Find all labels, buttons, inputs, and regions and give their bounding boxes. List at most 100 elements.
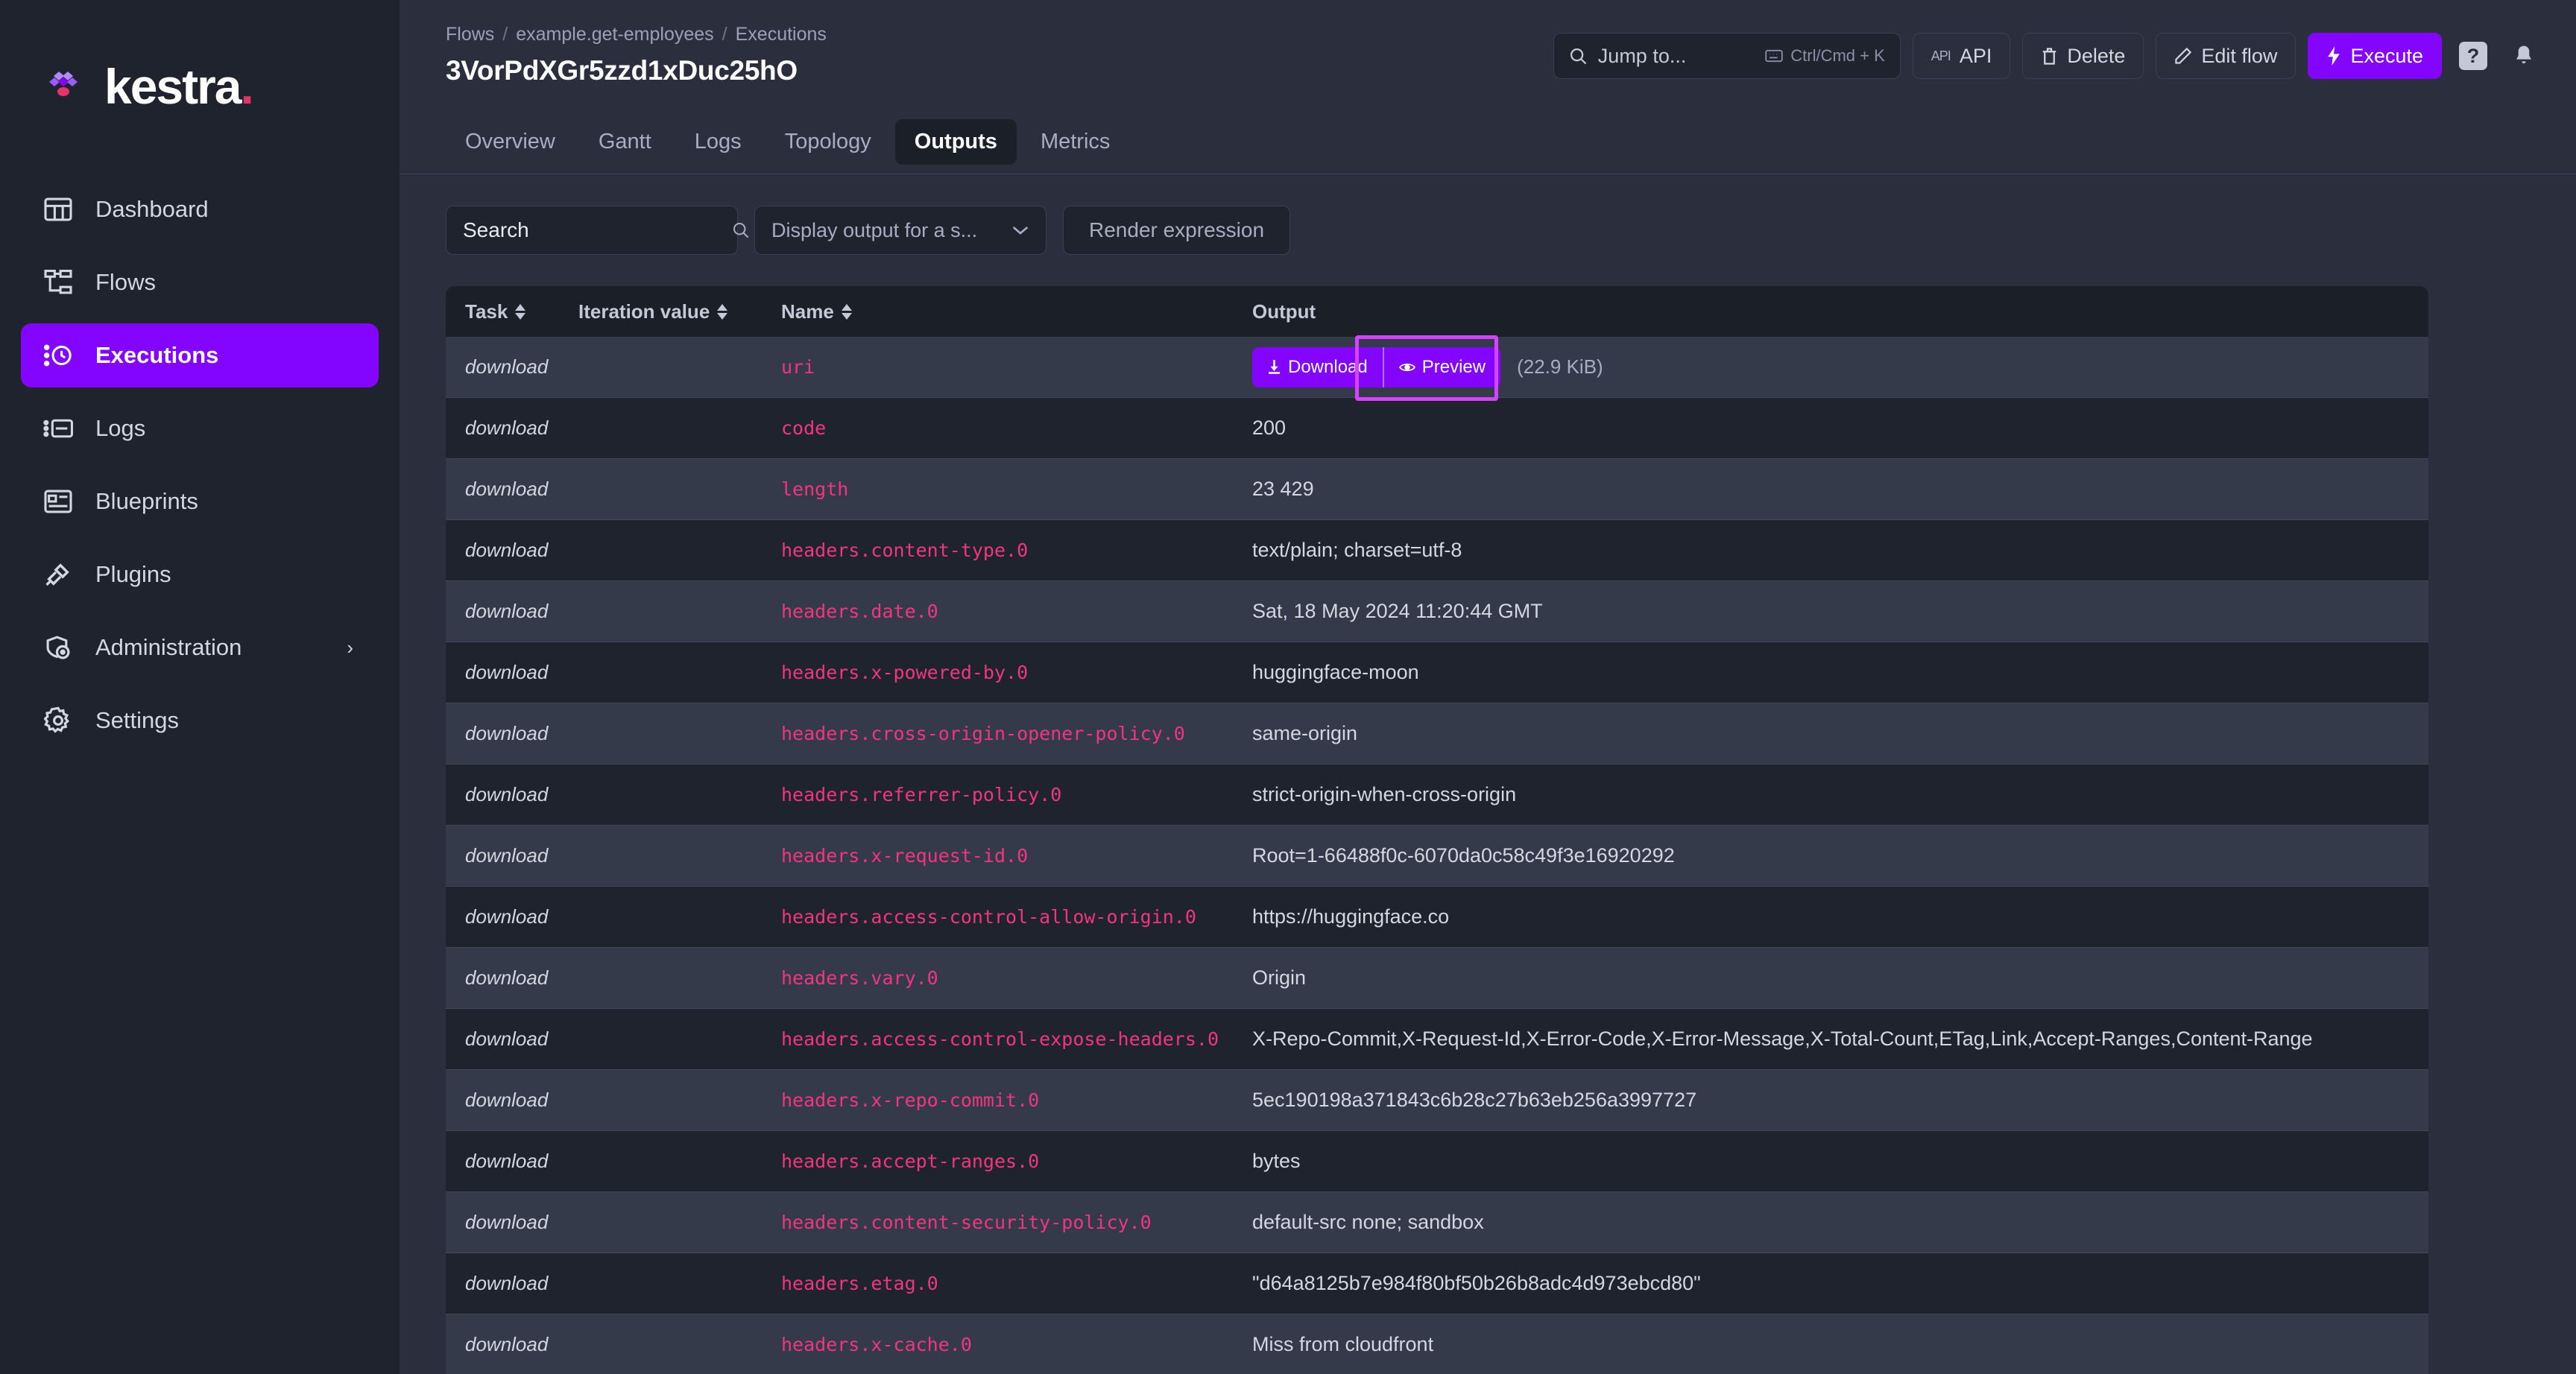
cell-name[interactable]: headers.etag.0 [781, 1273, 1252, 1294]
cell-task: download [465, 1211, 549, 1233]
cell-name[interactable]: headers.date.0 [781, 601, 1252, 622]
sidebar-item-dashboard[interactable]: Dashboard [21, 177, 379, 241]
table-row[interactable]: download headers.vary.0 Origin [446, 948, 2428, 1009]
help-button[interactable]: ? [2454, 37, 2493, 75]
column-header-iteration-value[interactable]: Iteration value [578, 300, 781, 323]
tab-gantt[interactable]: Gantt [579, 119, 671, 165]
tab-topology[interactable]: Topology [765, 119, 891, 165]
logs-icon [42, 412, 75, 445]
settings-gear-icon [42, 704, 75, 737]
notifications-bell-icon [2513, 44, 2535, 68]
edit-flow-button[interactable]: Edit flow [2156, 33, 2296, 79]
sidebar-item-plugins[interactable]: Plugins [21, 542, 379, 607]
cell-name[interactable]: headers.cross-origin-opener-policy.0 [781, 723, 1252, 744]
sort-icon[interactable] [515, 303, 526, 320]
cell-output-value: 23 429 [1252, 478, 1314, 500]
delete-button[interactable]: Delete [2022, 33, 2144, 79]
table-row[interactable]: download code 200 [446, 398, 2428, 459]
column-header-name[interactable]: Name [781, 300, 1252, 323]
sidebar-item-label: Flows [95, 269, 156, 295]
column-header-output-label: Output [1252, 300, 1316, 323]
table-row[interactable]: download headers.referrer-policy.0 strict-… [446, 764, 2428, 826]
table-row[interactable]: download headers.cross-origin-opener-poli… [446, 703, 2428, 764]
table-row[interactable]: download headers.x-powered-by.0 huggingfac… [446, 642, 2428, 703]
cell-name[interactable]: headers.referrer-policy.0 [781, 784, 1252, 805]
cell-name[interactable]: code [781, 417, 1252, 439]
breadcrumb: Flows / example.get-employees / Executio… [446, 24, 1553, 45]
table-row[interactable]: download headers.accept-ranges.0 bytes [446, 1131, 2428, 1192]
brand-name: kestra. [104, 59, 254, 114]
tab-logs[interactable]: Logs [675, 119, 761, 165]
cell-output: 200 [1252, 417, 2428, 440]
preview-button[interactable]: Preview [1382, 346, 1501, 387]
breadcrumb-item-executions[interactable]: Executions [736, 24, 827, 45]
search-input[interactable] [463, 218, 732, 242]
sidebar-item-administration[interactable]: Administration › [21, 615, 379, 680]
breadcrumb-item-flow-id[interactable]: example.get-employees [516, 24, 713, 45]
column-header-task[interactable]: Task [465, 300, 578, 323]
chevron-right-icon: › [347, 636, 353, 659]
table-row[interactable]: download headers.x-repo-commit.0 5ec190198… [446, 1070, 2428, 1131]
jump-to-search[interactable]: Jump to... Ctrl/Cmd + K [1553, 33, 1901, 79]
tab-overview[interactable]: Overview [446, 119, 575, 165]
top-bar: Flows / example.get-employees / Executio… [400, 0, 2576, 110]
table-row[interactable]: download headers.date.0 Sat, 18 May 2024 1… [446, 581, 2428, 642]
filter-bar: Display output for a s... Render express… [446, 206, 2530, 255]
cell-name[interactable]: headers.x-powered-by.0 [781, 662, 1252, 683]
cell-output-value: 200 [1252, 417, 1287, 439]
render-expression-button[interactable]: Render expression [1063, 206, 1291, 255]
table-row[interactable]: download length 23 429 [446, 459, 2428, 520]
sidebar-item-settings[interactable]: Settings [21, 688, 379, 753]
cell-name[interactable]: headers.x-request-id.0 [781, 845, 1252, 867]
sidebar-item-blueprints[interactable]: Blueprints [21, 469, 379, 534]
table-row[interactable]: download headers.content-type.0 text/plain… [446, 520, 2428, 581]
cell-name[interactable]: headers.vary.0 [781, 967, 1252, 989]
table-header-row: Task Iteration value Name Output [446, 286, 2428, 337]
cell-output: https://huggingface.co [1252, 905, 2428, 928]
notifications-button[interactable] [2504, 37, 2543, 75]
breadcrumb-item-flows[interactable]: Flows [446, 24, 494, 45]
cell-name[interactable]: headers.access-control-allow-origin.0 [781, 906, 1252, 928]
tab-outputs[interactable]: Outputs [894, 119, 1017, 165]
cell-task: download [465, 478, 549, 500]
cell-output: X-Repo-Commit,X-Request-Id,X-Error-Code,… [1252, 1028, 2428, 1051]
file-size-label: (22.9 KiB) [1517, 355, 1603, 378]
table-row[interactable]: download headers.access-control-allow-ori… [446, 887, 2428, 948]
api-button[interactable]: API API [1912, 33, 2011, 79]
table-row[interactable]: download headers.x-cache.0 Miss from cloud… [446, 1314, 2428, 1374]
table-row[interactable]: download headers.etag.0 "d64a8125b7e984f80… [446, 1253, 2428, 1314]
search-field[interactable] [446, 206, 749, 255]
download-button[interactable]: Download [1252, 346, 1383, 387]
cell-name[interactable]: headers.access-control-expose-headers.0 [781, 1028, 1252, 1050]
table-row[interactable]: download headers.access-control-expose-he… [446, 1009, 2428, 1070]
table-row[interactable]: download headers.content-security-policy.… [446, 1192, 2428, 1253]
cell-task: download [465, 600, 549, 622]
sort-icon[interactable] [717, 303, 728, 320]
brand-logo[interactable]: kestra. [0, 0, 400, 112]
main-area: Flows / example.get-employees / Executio… [400, 0, 2576, 1374]
cell-name[interactable]: headers.x-cache.0 [781, 1334, 1252, 1355]
cell-task: download [465, 1028, 549, 1050]
output-task-select[interactable]: Display output for a s... [754, 206, 1046, 255]
tab-metrics[interactable]: Metrics [1021, 119, 1129, 165]
sidebar-item-flows[interactable]: Flows [21, 250, 379, 314]
sidebar-item-logs[interactable]: Logs [21, 396, 379, 460]
sort-icon[interactable] [841, 303, 852, 320]
execute-button[interactable]: Execute [2308, 33, 2442, 79]
cell-output: same-origin [1252, 722, 2428, 745]
table-row[interactable]: download uri Download Preview (22.9 KiB) [446, 335, 2428, 401]
cell-output-value: bytes [1252, 1150, 1301, 1172]
cell-name[interactable]: headers.x-repo-commit.0 [781, 1089, 1252, 1111]
sidebar-item-executions[interactable]: Executions [21, 323, 379, 387]
table-row[interactable]: download headers.x-request-id.0 Root=1-664… [446, 826, 2428, 887]
sidebar-item-label: Blueprints [95, 488, 198, 514]
cell-output-value: same-origin [1252, 722, 1358, 744]
sidebar-item-label: Dashboard [95, 196, 209, 222]
cell-name[interactable]: headers.content-security-policy.0 [781, 1212, 1252, 1233]
cell-name[interactable]: uri [781, 356, 1252, 378]
cell-name[interactable]: length [781, 478, 1252, 500]
cell-output-value: default-src none; sandbox [1252, 1211, 1484, 1233]
cell-name[interactable]: headers.accept-ranges.0 [781, 1150, 1252, 1172]
cell-output: text/plain; charset=utf-8 [1252, 539, 2428, 562]
cell-name[interactable]: headers.content-type.0 [781, 539, 1252, 561]
